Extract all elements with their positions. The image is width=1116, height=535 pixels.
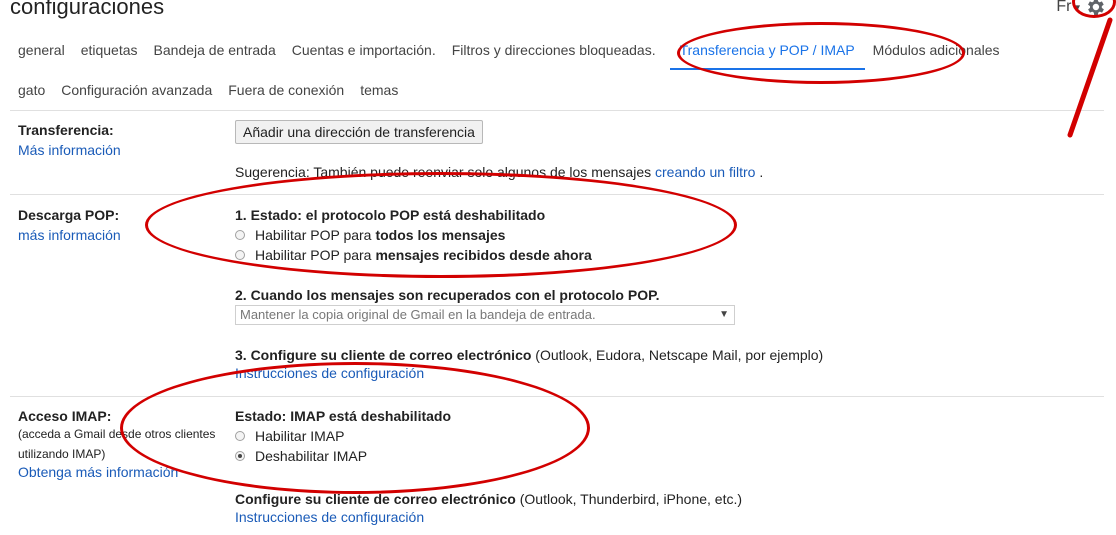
- imap-content: Estado: IMAP está deshabilitado Habilita…: [235, 406, 1104, 525]
- pop-label: Descarga POP:: [18, 207, 120, 223]
- tab-addons[interactable]: Módulos adicionales: [865, 30, 1008, 70]
- step3-rest: (Outlook, Eudora, Netscape Mail, por eje…: [531, 347, 824, 363]
- imap-sub1: (acceda a Gmail desde otros clientes: [18, 427, 216, 441]
- option-text: Habilitar IMAP: [255, 428, 345, 444]
- tab-offline[interactable]: Fuera de conexión: [220, 70, 352, 110]
- imap-label-block: Acceso IMAP: (acceda a Gmail desde otros…: [18, 408, 228, 480]
- configure-rest: (Outlook, Thunderbird, iPhone, etc.): [515, 491, 743, 507]
- forwarding-tip: Sugerencia: También puede reenviar solo …: [235, 164, 1104, 180]
- option-text: Deshabilitar IMAP: [255, 448, 368, 464]
- add-forwarding-address-button[interactable]: Añadir una dirección de transferencia: [235, 120, 483, 144]
- tab-forwarding-pop-imap[interactable]: Transferencia y POP / IMAP: [669, 30, 865, 70]
- tab-chat[interactable]: gato: [10, 70, 53, 110]
- tab-filters[interactable]: Filtros y direcciones bloqueadas.: [444, 30, 664, 70]
- forwarding-label-block: Transferencia: Más información: [18, 122, 228, 158]
- annotation-arrow: [1067, 17, 1113, 138]
- pop-enable-new-option[interactable]: Habilitar POP para mensajes recibidos de…: [235, 245, 1104, 265]
- pop-label-block: Descarga POP: más información: [18, 207, 228, 243]
- radio-icon[interactable]: [235, 250, 245, 260]
- pop-info-link[interactable]: más información: [18, 227, 121, 243]
- pop-action-select[interactable]: Mantener la copia original de Gmail en l…: [235, 305, 735, 325]
- forwarding-label: Transferencia:: [18, 122, 114, 138]
- create-filter-link[interactable]: creando un filtro: [655, 164, 755, 180]
- forwarding-info-link[interactable]: Más información: [18, 142, 121, 158]
- pop-setup-instructions-link[interactable]: Instrucciones de configuración: [235, 365, 424, 381]
- forwarding-content: Añadir una dirección de transferencia Su…: [235, 120, 1104, 180]
- tab-accounts[interactable]: Cuentas e importación.: [284, 30, 444, 70]
- page-title: configuraciones: [10, 0, 165, 19]
- imap-setup-instructions-link[interactable]: Instrucciones de configuración: [235, 509, 424, 525]
- divider: [10, 396, 1104, 397]
- radio-icon[interactable]: [235, 230, 245, 240]
- tab-labels[interactable]: etiquetas: [73, 30, 146, 70]
- tab-themes[interactable]: temas: [352, 70, 406, 110]
- imap-sub2: utilizando IMAP): [18, 447, 106, 461]
- imap-enable-option[interactable]: Habilitar IMAP: [235, 426, 1104, 446]
- tip-text: Sugerencia: También puede reenviar solo …: [235, 164, 652, 180]
- divider: [10, 110, 1104, 111]
- pop-enable-all-option[interactable]: Habilitar POP para todos los mensajes: [235, 225, 1104, 245]
- imap-status: Estado: IMAP está deshabilitado: [235, 408, 452, 424]
- divider: [10, 194, 1104, 195]
- account-initial[interactable]: Fr: [1056, 0, 1071, 16]
- tab-advanced[interactable]: Configuración avanzada: [53, 70, 220, 110]
- pop-step3: 3. Configure su cliente de correo electr…: [235, 345, 1104, 365]
- pop-content: 1. Estado: el protocolo POP está deshabi…: [235, 205, 1104, 381]
- tab-general[interactable]: general: [10, 30, 73, 70]
- step3-bold: 3. Configure su cliente de correo electr…: [235, 347, 532, 363]
- option-bold-text: mensajes recibidos desde ahora: [375, 247, 592, 263]
- tabs-row-2: gato Configuración avanzada Fuera de con…: [10, 70, 1116, 110]
- imap-configure: Configure su cliente de correo electróni…: [235, 489, 1104, 509]
- settings-tabs: general etiquetas Bandeja de entrada Cue…: [10, 30, 1116, 110]
- imap-label: Acceso IMAP:: [18, 408, 112, 424]
- option-bold-text: todos los mensajes: [375, 227, 506, 243]
- configure-bold: Configure su cliente de correo electróni…: [235, 491, 516, 507]
- tabs-row-1: general etiquetas Bandeja de entrada Cue…: [10, 30, 1116, 70]
- tab-inbox[interactable]: Bandeja de entrada: [146, 30, 284, 70]
- pop-step2: 2. Cuando los mensajes son recuperados c…: [235, 287, 660, 303]
- select-value: Mantener la copia original de Gmail en l…: [240, 307, 596, 322]
- imap-info-link[interactable]: Obtenga más información: [18, 464, 178, 480]
- radio-checked-icon[interactable]: [235, 451, 245, 461]
- radio-icon[interactable]: [235, 431, 245, 441]
- imap-disable-option[interactable]: Deshabilitar IMAP: [235, 446, 1104, 466]
- pop-status: 1. Estado: el protocolo POP está deshabi…: [235, 207, 546, 223]
- option-text: Habilitar POP para: [255, 227, 372, 243]
- dropdown-arrow-icon[interactable]: ▼: [719, 306, 729, 324]
- caret-down-icon[interactable]: ▾: [1075, 2, 1080, 13]
- tip-suffix: .: [759, 164, 764, 180]
- option-text: Habilitar POP para: [255, 247, 372, 263]
